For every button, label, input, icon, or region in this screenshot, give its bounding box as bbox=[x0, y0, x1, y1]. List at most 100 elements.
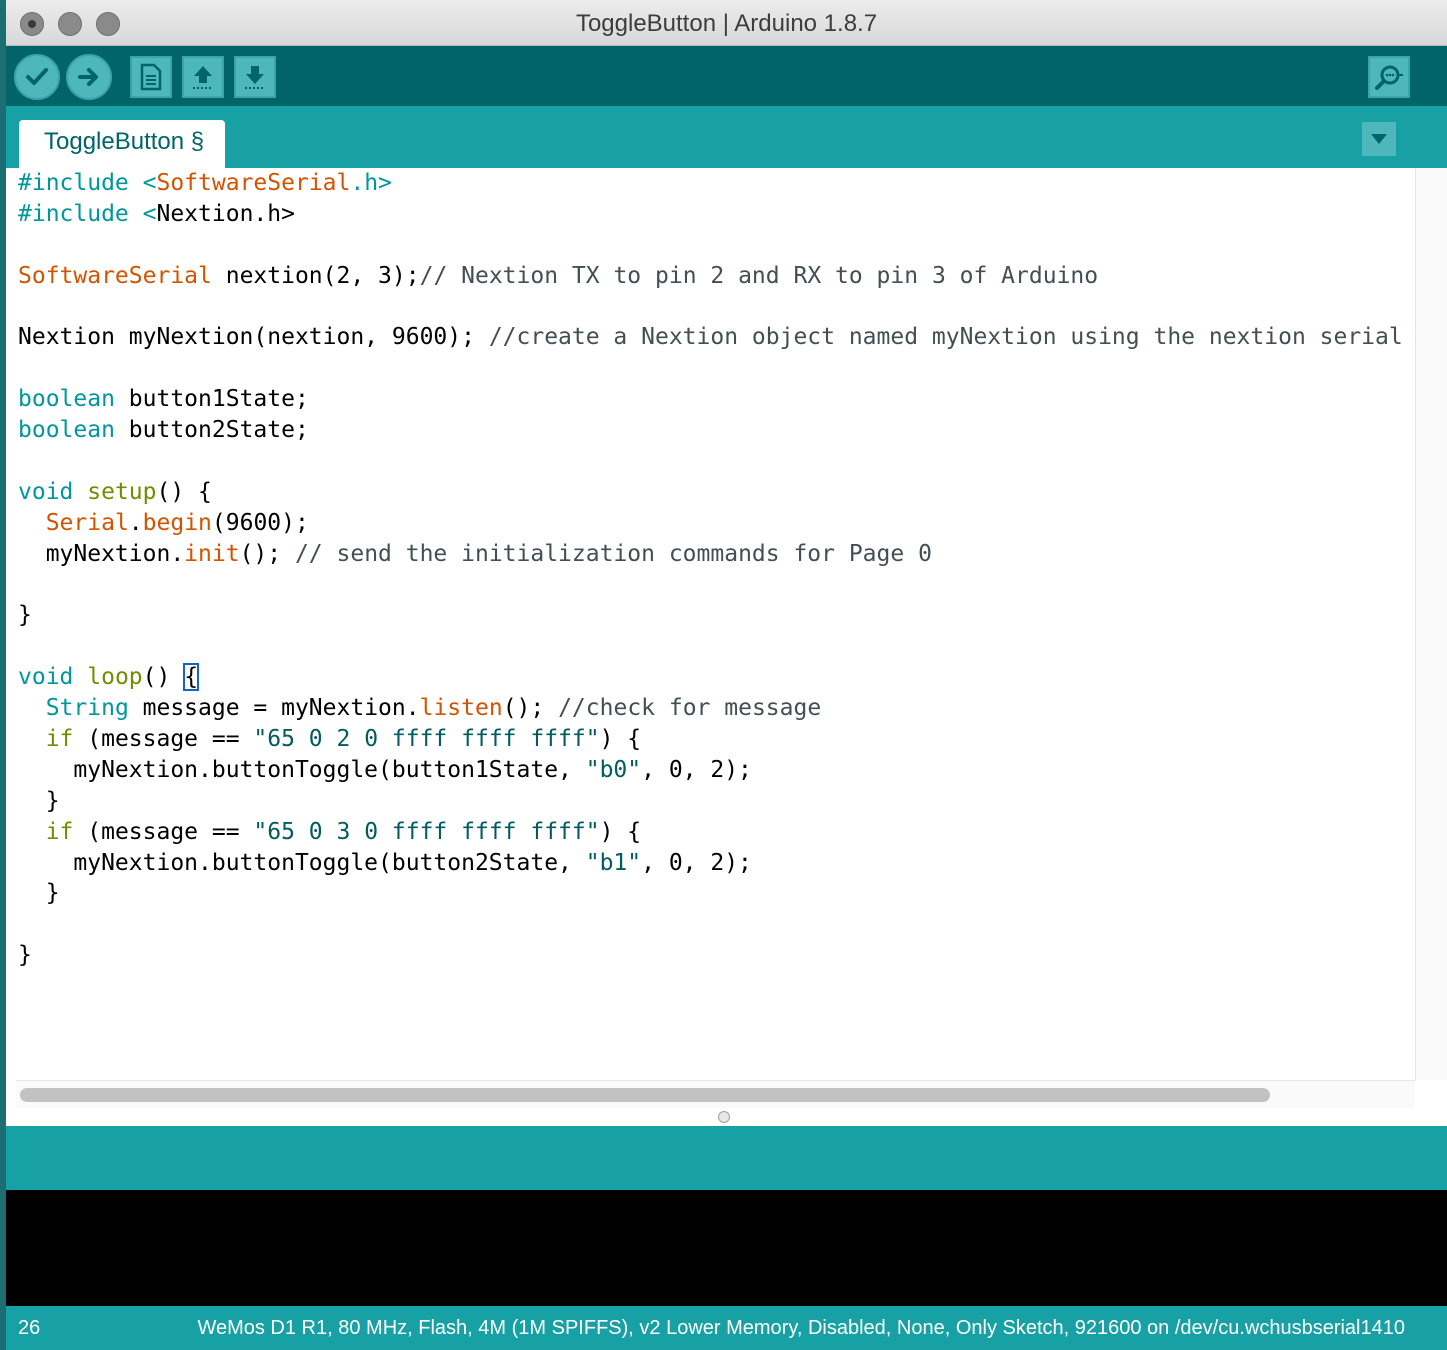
upload-button[interactable] bbox=[66, 54, 112, 100]
arrow-up-icon bbox=[193, 66, 213, 89]
code-line[interactable]: Nextion myNextion(nextion, 9600); //crea… bbox=[18, 322, 1415, 353]
tab-strip: ToggleButton § bbox=[6, 106, 1447, 168]
triangle-down-icon bbox=[1371, 134, 1387, 144]
code-line[interactable]: void setup() { bbox=[18, 477, 1415, 508]
code-token: init bbox=[184, 540, 240, 567]
code-token: if bbox=[45, 726, 74, 753]
code-token: myNextion.buttonToggle(button1State, bbox=[18, 756, 586, 783]
code-token: (message == bbox=[73, 818, 254, 845]
horizontal-scrollbar[interactable] bbox=[16, 1080, 1415, 1108]
save-sketch-button[interactable] bbox=[234, 56, 276, 98]
code-token: (); bbox=[239, 540, 295, 567]
code-token: SoftwareSerial bbox=[156, 170, 351, 196]
code-token: "65 0 3 0 ffff ffff ffff" bbox=[253, 818, 600, 845]
code-line[interactable]: Serial.begin(9600); bbox=[18, 508, 1415, 539]
code-token: (message == bbox=[73, 726, 254, 753]
code-token: String bbox=[45, 695, 129, 722]
window-title: ToggleButton | Arduino 1.8.7 bbox=[575, 10, 878, 37]
code-token: button2State; bbox=[114, 417, 309, 444]
verify-button[interactable] bbox=[14, 54, 60, 100]
arrow-right-icon bbox=[78, 68, 98, 86]
code-line[interactable] bbox=[18, 230, 1415, 261]
serial-monitor-button[interactable] bbox=[1368, 56, 1410, 98]
magnifier-icon bbox=[1375, 65, 1403, 90]
code-line[interactable]: String message = myNextion.listen(); //c… bbox=[18, 693, 1415, 724]
code-token: (); bbox=[502, 695, 559, 722]
code-token: button1State; bbox=[114, 386, 309, 413]
code-token: "b0" bbox=[585, 756, 642, 783]
code-token: , 0, 2); bbox=[641, 756, 752, 783]
code-token: SoftwareSerial bbox=[18, 262, 212, 289]
code-line[interactable]: #include <SoftwareSerial.h> bbox=[18, 168, 1415, 199]
code-token: // Nextion TX to pin 2 and RX to pin 3 o… bbox=[419, 262, 1099, 289]
code-token: nextion(2, 3); bbox=[211, 262, 420, 289]
code-token: //create a Nextion object named myNextio… bbox=[488, 324, 1415, 351]
code-line[interactable] bbox=[18, 909, 1415, 940]
code-line[interactable]: myNextion.buttonToggle(button2State, "b1… bbox=[18, 848, 1415, 879]
code-token: .h> bbox=[350, 170, 392, 196]
code-line[interactable]: #include <Nextion.h> bbox=[18, 199, 1415, 230]
code-token: #include < bbox=[18, 170, 157, 196]
horizontal-scrollbar-thumb[interactable] bbox=[20, 1088, 1270, 1102]
toolbar bbox=[6, 46, 1447, 106]
code-editor[interactable]: #include <SoftwareSerial.h> #include <Nex… bbox=[6, 168, 1415, 1080]
code-token: loop bbox=[87, 664, 143, 691]
code-line[interactable]: } bbox=[18, 600, 1415, 631]
code-token: () { bbox=[156, 478, 212, 505]
code-line[interactable]: } bbox=[18, 878, 1415, 909]
code-token: message = myNextion. bbox=[128, 695, 420, 722]
code-token: boolean bbox=[18, 417, 115, 444]
code-token: { bbox=[183, 663, 200, 692]
code-token: } bbox=[18, 602, 32, 629]
code-token: begin bbox=[142, 509, 212, 536]
code-line[interactable]: boolean button2State; bbox=[18, 415, 1415, 446]
code-token: myNextion. bbox=[18, 540, 185, 567]
code-line[interactable]: myNextion.init(); // send the initializa… bbox=[18, 539, 1415, 570]
checkmark-icon bbox=[26, 68, 48, 85]
code-token: ) { bbox=[599, 726, 642, 753]
tab-menu-button[interactable] bbox=[1362, 122, 1396, 156]
code-token: ) { bbox=[599, 818, 642, 845]
code-token: myNextion.buttonToggle(button2State, bbox=[18, 849, 586, 876]
code-token: void bbox=[18, 664, 74, 691]
code-token: } bbox=[18, 880, 60, 907]
code-token: listen bbox=[419, 695, 503, 722]
board-info: WeMos D1 R1, 80 MHz, Flash, 4M (1M SPIFF… bbox=[197, 1317, 1405, 1339]
code-line[interactable]: SoftwareSerial nextion(2, 3);// Nextion … bbox=[18, 261, 1415, 292]
title-bar[interactable]: ToggleButton | Arduino 1.8.7 bbox=[6, 0, 1447, 46]
code-token: Serial bbox=[45, 509, 129, 536]
code-line[interactable]: void loop() { bbox=[18, 662, 1415, 693]
splitter-handle[interactable] bbox=[718, 1111, 730, 1123]
tab-togglebutton[interactable]: ToggleButton § bbox=[19, 120, 225, 168]
pane-splitter[interactable] bbox=[6, 1108, 1447, 1126]
code-line[interactable] bbox=[18, 292, 1415, 323]
line-number: 26 bbox=[18, 1317, 41, 1339]
code-line[interactable] bbox=[18, 570, 1415, 601]
code-token: boolean bbox=[18, 386, 115, 413]
console-output[interactable] bbox=[6, 1190, 1447, 1306]
code-token: // send the initialization commands for … bbox=[294, 540, 932, 567]
open-sketch-button[interactable] bbox=[182, 56, 224, 98]
code-line[interactable]: myNextion.buttonToggle(button1State, "b0… bbox=[18, 755, 1415, 786]
code-line[interactable]: } bbox=[18, 786, 1415, 817]
code-token: setup bbox=[87, 478, 157, 505]
vertical-scrollbar[interactable] bbox=[1415, 168, 1447, 1080]
arrow-down-icon bbox=[245, 66, 265, 89]
code-token: , 0, 2); bbox=[641, 849, 752, 876]
code-line[interactable] bbox=[18, 446, 1415, 477]
code-line[interactable]: if (message == "65 0 3 0 ffff ffff ffff"… bbox=[18, 817, 1415, 848]
arduino-ide-window: ToggleButton | Arduino 1.8.7 ToggleButto… bbox=[6, 0, 1447, 1350]
code-line[interactable] bbox=[18, 353, 1415, 384]
code-line[interactable]: boolean button1State; bbox=[18, 384, 1415, 415]
code-token: if bbox=[45, 818, 74, 845]
code-line[interactable]: } bbox=[18, 940, 1415, 971]
code-line[interactable] bbox=[18, 631, 1415, 662]
code-text[interactable]: #include <SoftwareSerial.h> #include <Nex… bbox=[18, 168, 1415, 971]
code-line[interactable]: if (message == "65 0 2 0 ffff ffff ffff"… bbox=[18, 724, 1415, 755]
new-sketch-button[interactable] bbox=[130, 56, 172, 98]
message-area bbox=[6, 1126, 1447, 1190]
